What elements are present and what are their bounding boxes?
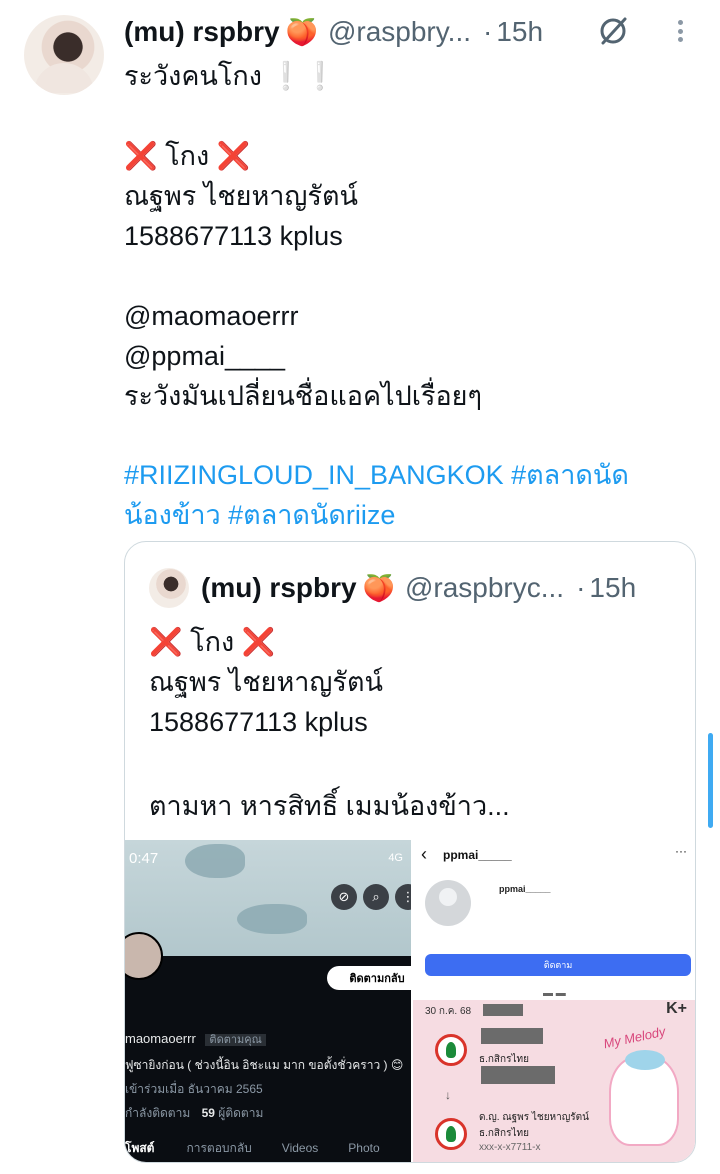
bank-name: ธ.กสิกรไทย: [479, 1054, 529, 1065]
profile-joined: เข้าร่วมเมื่อ ธันวาคม 2565: [125, 1082, 263, 1096]
quoted-timestamp[interactable]: 15h: [589, 572, 636, 604]
bank-icon: [435, 1118, 467, 1150]
profile-counts: กำลังติดตาม 59 ผู้ติดตาม: [125, 1106, 264, 1120]
quoted-text-line: 1588677113 kplus: [149, 707, 368, 737]
quoted-tweet[interactable]: (mu) rspbry 🍑 @raspbryc... · 15h ❌ โกง ❌…: [124, 541, 696, 1163]
grok-icon: ⊘: [331, 884, 357, 910]
ig-menu-icon: ···: [675, 844, 687, 858]
quoted-tweet-header: (mu) rspbry 🍑 @raspbryc... · 15h: [201, 568, 681, 608]
author-handle[interactable]: @raspbry...: [328, 16, 471, 48]
quoted-media[interactable]: 0:47 4G ⊘ ⌕ ⋮ ติดตามกลับ maomaoerrr ติดต…: [125, 840, 695, 1162]
transfer-slip-screenshot: 30 ก.ค. 68 K+ ธ.กสิกรไทย ↓ ด.ญ. ณฐพร ไชย…: [413, 1000, 695, 1162]
peach-emoji: 🍑: [285, 16, 318, 47]
recipient-name: ด.ญ. ณฐพร ไชยหาญรัตน์: [479, 1112, 589, 1123]
peach-emoji: 🍑: [362, 572, 395, 603]
tweet-text-line: ❌ โกง ❌: [124, 141, 251, 171]
slip-date: 30 ก.ค. 68: [425, 1006, 472, 1017]
status-network: 4G: [388, 852, 403, 864]
quoted-author-handle[interactable]: @raspbryc...: [405, 572, 564, 604]
tweet[interactable]: (mu) rspbry 🍑 @raspbry... · 15h ระวังคนโ…: [0, 0, 720, 1174]
grok-icon[interactable]: [596, 14, 630, 48]
profile-bio: ฟูซายิงก่อน ( ช่วงนี้อิน อิชะแม มาก ขอตั…: [125, 1058, 404, 1072]
back-icon: ‹: [421, 844, 427, 864]
arrow-down-icon: ↓: [445, 1088, 451, 1102]
author-name[interactable]: (mu) rspbry: [124, 16, 280, 48]
my-melody-sticker: [609, 1050, 679, 1146]
bank-icon: [435, 1034, 467, 1066]
profile-tabs: โพสต์ การตอบกลับ Videos Photo: [125, 1132, 411, 1162]
tab-posts: โพสต์: [125, 1140, 155, 1155]
quoted-text-line: ณฐพร ไชยหาญรัตน์: [149, 667, 383, 697]
carousel-pager: ▬ ▬: [543, 988, 566, 999]
tab-photos: Photo: [348, 1141, 380, 1155]
follow-back-button: ติดตามกลับ: [327, 966, 411, 990]
ig-username: ppmai_____: [443, 848, 512, 862]
tweet-text-line: ณฐพร ไชยหาญรัตน์: [124, 181, 358, 211]
separator-dot: ·: [576, 572, 586, 603]
scrollbar[interactable]: [708, 733, 713, 828]
media-image-left[interactable]: 0:47 4G ⊘ ⌕ ⋮ ติดตามกลับ maomaoerrr ติดต…: [125, 840, 411, 1162]
mention-link[interactable]: @maomaoerrr: [124, 296, 694, 336]
hashtags-line[interactable]: #RIIZINGLOUD_IN_BANGKOK #ตลาดนัด: [124, 455, 694, 495]
quoted-author-avatar[interactable]: [149, 568, 189, 608]
more-options-icon[interactable]: [670, 16, 690, 46]
quoted-text-line: ❌ โกง ❌: [149, 627, 276, 657]
instagram-profile-screenshot: ‹ ppmai_____ ··· ppmai_____ ติดตาม ▬ ▬: [413, 840, 695, 1000]
media-image-right[interactable]: ‹ ppmai_____ ··· ppmai_____ ติดตาม ▬ ▬ 3…: [413, 840, 695, 1162]
kplus-logo: K+: [666, 1000, 687, 1017]
separator-dot: ·: [483, 16, 493, 47]
quoted-author-name[interactable]: (mu) rspbry: [201, 572, 357, 604]
author-avatar[interactable]: [24, 15, 104, 95]
tab-replies: การตอบกลับ: [186, 1140, 252, 1155]
hashtags-line[interactable]: น้องข้าว #ตลาดนัดriize: [124, 495, 694, 535]
recipient-bank: ธ.กสิกรไทย: [479, 1128, 529, 1139]
my-melody-logo: My Melody: [602, 1023, 667, 1052]
tweet-text-line: ระวังมันเปลี่ยนชื่อแอคไปเรื่อยๆ: [124, 381, 483, 411]
ig-avatar: [425, 880, 471, 926]
recipient-account: xxx-x-x7711-x: [479, 1142, 541, 1153]
timestamp[interactable]: 15h: [496, 16, 543, 48]
mention-link[interactable]: @ppmai____: [124, 336, 694, 376]
ig-follow-button: ติดตาม: [425, 954, 691, 976]
search-icon: ⌕: [363, 884, 389, 910]
quoted-text-line: ตามหา หารสิทธิ์ เมมน้องข้าว...: [149, 791, 510, 821]
profile-username: maomaoerrr ติดตามคุณ: [125, 1030, 266, 1048]
tweet-text-line: 1588677113 kplus: [124, 221, 343, 251]
status-time: 0:47: [129, 850, 159, 867]
tab-videos: Videos: [281, 1141, 319, 1155]
ig-profile-name: ppmai_____: [499, 884, 551, 894]
tweet-text-line: ระวังคนโกง ❕❕: [124, 61, 337, 91]
